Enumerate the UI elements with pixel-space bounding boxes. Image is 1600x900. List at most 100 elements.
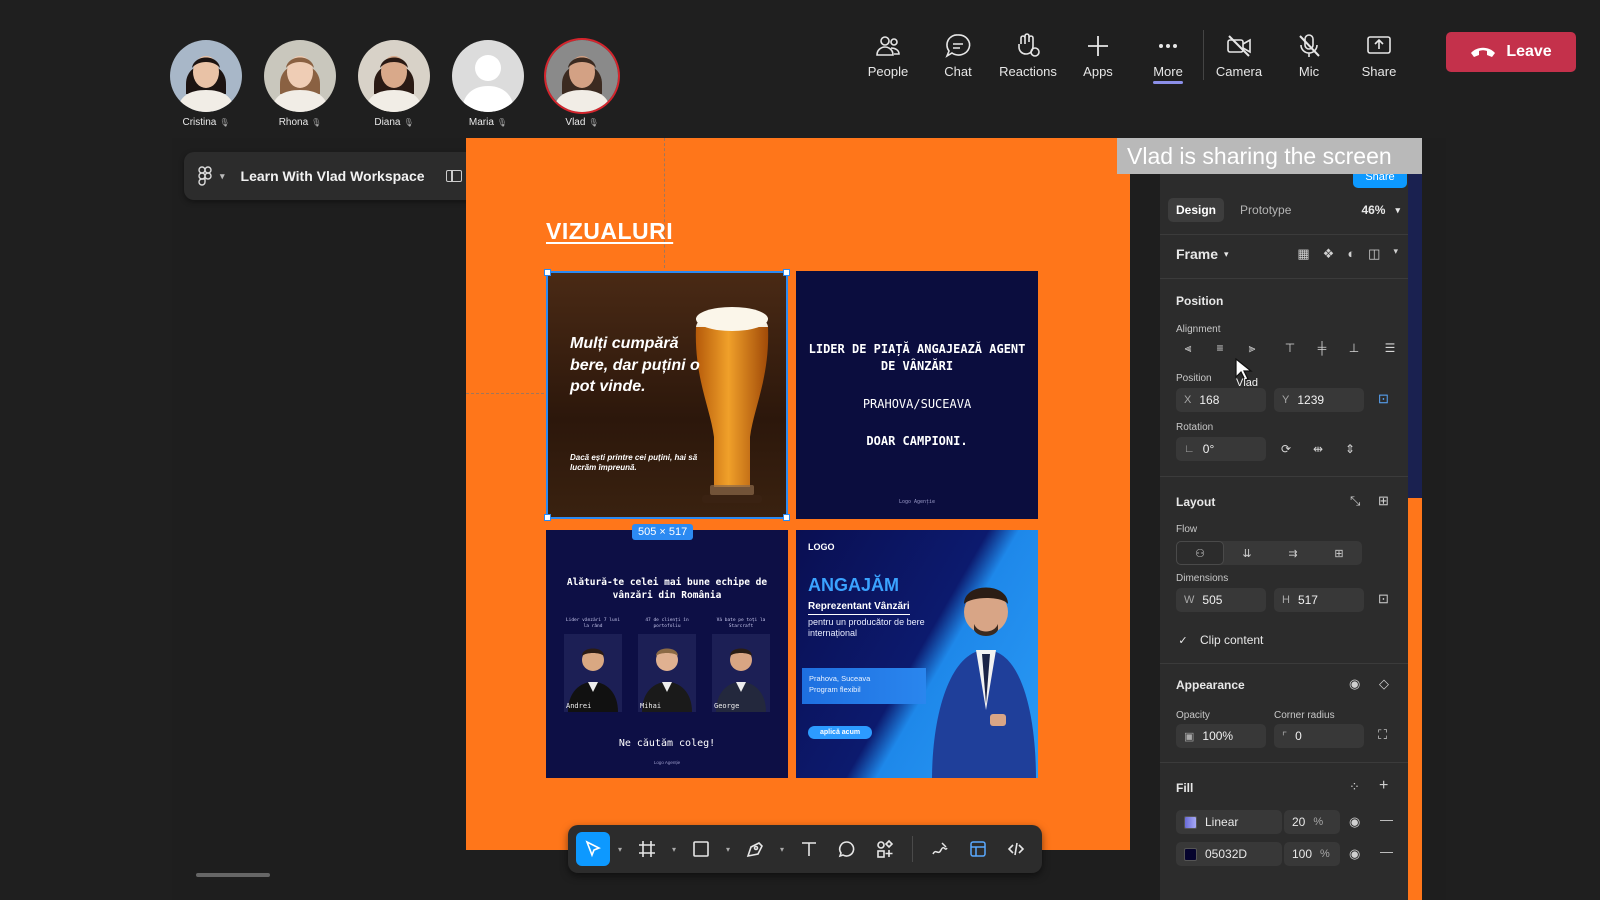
align-middle-v-icon[interactable]: ╪ [1310, 336, 1334, 360]
design-frame[interactable]: VIZUALURI Mulți cumpără bere, dar puțini… [466, 138, 1130, 850]
flow-horizontal-icon[interactable]: ⇉ [1270, 541, 1316, 565]
draw-tool[interactable] [923, 832, 957, 866]
pen-tool[interactable] [738, 832, 772, 866]
tab-prototype[interactable]: Prototype [1232, 198, 1299, 222]
remove-fill-icon[interactable]: — [1380, 812, 1393, 827]
participant-tile[interactable]: Maria 🎙 [452, 40, 524, 128]
distribute-icon[interactable]: ☰ [1378, 336, 1402, 360]
eye-icon[interactable]: ◉ [1349, 814, 1360, 830]
card2-headline: LIDER DE PIAȚĂ ANGAJEAZĂ AGENT DE VÂNZĂR… [808, 342, 1026, 374]
styles-icon[interactable]: ⁘ [1349, 779, 1360, 795]
rotate-icon[interactable]: ⟳ [1274, 437, 1298, 461]
independent-corners-icon[interactable]: ⛶ [1378, 727, 1387, 743]
chevron-down-icon[interactable]: ▾ [776, 845, 788, 854]
frame-type-label[interactable]: Frame [1176, 246, 1218, 262]
zoom-control[interactable]: 46% ▾ [1361, 203, 1400, 217]
workspace-switcher[interactable]: ▾ Learn With Vlad Workspace [184, 152, 476, 200]
tab-design[interactable]: Design [1168, 198, 1225, 222]
clip-content-checkbox[interactable]: ✓ Clip content [1176, 633, 1263, 647]
appearance-section-title: Appearance [1176, 678, 1245, 692]
align-center-h-icon[interactable]: ≡ [1208, 336, 1232, 360]
participant-tile[interactable]: Vlad 🎙 [546, 40, 618, 128]
collapse-icon[interactable]: ⤡ [1350, 493, 1360, 509]
x-input[interactable] [1199, 393, 1260, 407]
grid-icon[interactable]: ▦ [1297, 246, 1309, 262]
gradient-swatch[interactable] [1184, 815, 1197, 829]
mask-icon[interactable]: ◐ [1347, 246, 1355, 262]
auto-layout-icon[interactable]: ⊞ [1378, 493, 1389, 509]
width-input[interactable] [1202, 593, 1263, 607]
text-tool[interactable] [792, 832, 826, 866]
fill-row[interactable]: Linear [1176, 810, 1282, 834]
flow-freeform-icon[interactable]: ⚇ [1176, 541, 1224, 565]
y-field[interactable]: Y [1274, 388, 1364, 412]
align-top-icon[interactable]: ⊤ [1278, 336, 1302, 360]
card-beer[interactable]: Mulți cumpără bere, dar puțini o pot vin… [546, 271, 788, 519]
flow-vertical-icon[interactable]: ⇊ [1224, 541, 1270, 565]
participant-tile[interactable]: Rhona 🎙 [264, 40, 336, 128]
eye-icon[interactable]: ◉ [1349, 676, 1360, 692]
fill-row[interactable]: 05032D [1176, 842, 1282, 866]
frame-tool[interactable] [630, 832, 664, 866]
constraints-icon[interactable]: ⊡ [1378, 391, 1389, 407]
align-right-icon[interactable]: ⫸ [1240, 336, 1264, 360]
dev-mode-tool[interactable] [999, 832, 1033, 866]
align-bottom-icon[interactable]: ⊥ [1342, 336, 1366, 360]
rotation-input[interactable] [1202, 442, 1263, 456]
people-button[interactable]: People [853, 20, 923, 90]
card-team[interactable]: Alătură-te celei mai bune echipe de vânz… [546, 530, 788, 778]
sidebar-toggle-icon[interactable] [446, 170, 462, 182]
chevron-down-icon[interactable]: ▾ [668, 845, 680, 854]
hash-frame-icon [639, 841, 655, 857]
width-field[interactable]: W [1176, 588, 1266, 612]
card-hiring-text[interactable]: LIDER DE PIAȚĂ ANGAJEAZĂ AGENT DE VÂNZĂR… [796, 271, 1038, 519]
card3-footer: Ne căutăm coleg! [618, 738, 716, 749]
fill-opacity-field[interactable]: 20 % [1284, 810, 1340, 834]
chevron-down-icon[interactable]: ▾ [614, 845, 626, 854]
participant-tile[interactable]: Diana 🎙 [358, 40, 430, 128]
resize-icon[interactable]: ⊡ [1378, 591, 1389, 607]
x-field[interactable]: X [1176, 388, 1266, 412]
align-left-icon[interactable]: ⫷ [1176, 336, 1200, 360]
chevron-down-icon[interactable]: ▾ [722, 845, 734, 854]
leave-button[interactable]: Leave [1446, 32, 1576, 72]
flip-vertical-icon[interactable]: ⇕ [1338, 437, 1362, 461]
more-button[interactable]: More [1133, 20, 1203, 90]
rotation-field[interactable]: ∟ [1176, 437, 1266, 461]
fill-opacity-field[interactable]: 100 % [1284, 842, 1340, 866]
apps-button[interactable]: Apps [1063, 20, 1133, 90]
y-input[interactable] [1297, 393, 1358, 407]
comment-tool[interactable] [830, 832, 864, 866]
reactions-button[interactable]: Reactions [993, 20, 1063, 90]
chevron-down-icon[interactable]: ▾ [1393, 246, 1398, 262]
boolean-icon[interactable]: ◫ [1368, 246, 1380, 262]
add-fill-icon[interactable]: + [1379, 777, 1388, 795]
opacity-input[interactable] [1202, 729, 1263, 743]
mic-button[interactable]: Mic [1274, 20, 1344, 90]
participant-tile[interactable]: Cristina 🎙 [170, 40, 242, 128]
remove-fill-icon[interactable]: — [1380, 844, 1393, 859]
avatar [358, 40, 430, 112]
flip-horizontal-icon[interactable]: ⇹ [1306, 437, 1330, 461]
camera-button[interactable]: Camera [1204, 20, 1274, 90]
horizontal-scrollbar[interactable] [196, 873, 270, 877]
flow-grid-icon[interactable]: ⊞ [1316, 541, 1362, 565]
corner-radius-input[interactable] [1295, 729, 1356, 743]
shape-tool[interactable] [684, 832, 718, 866]
height-input[interactable] [1297, 593, 1358, 607]
components-tool[interactable] [868, 832, 902, 866]
move-tool[interactable] [576, 832, 610, 866]
share-button[interactable]: Share [1344, 20, 1414, 90]
component-icon[interactable]: ❖ [1323, 246, 1335, 262]
blend-mode-icon[interactable]: ◇ [1379, 676, 1389, 692]
height-field[interactable]: H [1274, 588, 1364, 612]
corner-radius-field[interactable]: ⌜ [1274, 724, 1364, 748]
opacity-field[interactable]: ▣ [1176, 724, 1266, 748]
chevron-down-icon: ▾ [220, 170, 225, 181]
chat-button[interactable]: Chat [923, 20, 993, 90]
eye-icon[interactable]: ◉ [1349, 846, 1360, 862]
color-swatch[interactable] [1184, 847, 1197, 861]
member-name: Mihai [640, 702, 662, 710]
design-mode-tool[interactable] [961, 832, 995, 866]
card-job-ad[interactable]: LOGO ANGAJĂM Reprezentant Vânzări pentru… [796, 530, 1038, 778]
